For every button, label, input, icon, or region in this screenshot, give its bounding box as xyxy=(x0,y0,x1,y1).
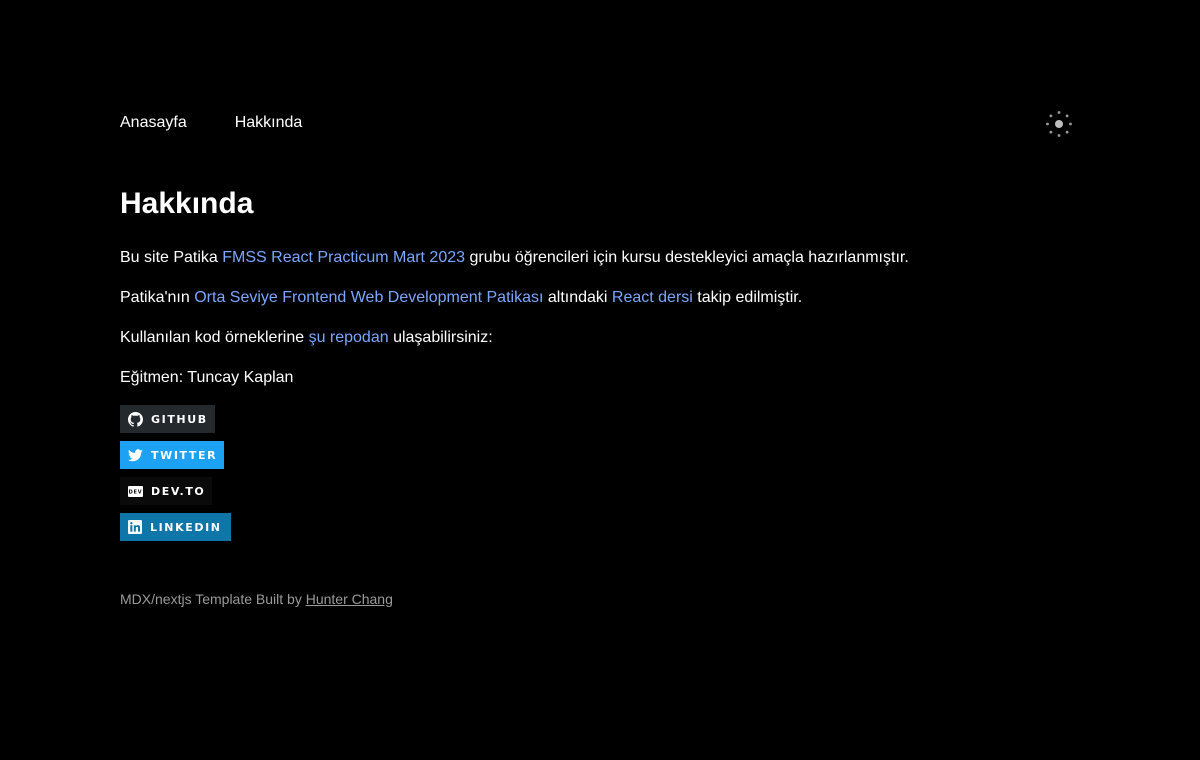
nav-link-about[interactable]: Hakkında xyxy=(235,114,303,132)
intro-paragraph: Bu site Patika FMSS React Practicum Mart… xyxy=(120,247,909,269)
footer-text: MDX/nextjs Template Built by xyxy=(120,591,306,607)
nav-link-home[interactable]: Anasayfa xyxy=(120,114,187,132)
github-badge-label: GITHUB xyxy=(151,412,208,426)
instructor-paragraph: Eğitmen: Tuncay Kaplan xyxy=(120,369,294,386)
linkedin-badge-label: LINKEDIN xyxy=(150,520,222,534)
repo-paragraph: Kullanılan kod örneklerine şu repodan ul… xyxy=(120,327,493,349)
sun-icon xyxy=(1046,111,1072,137)
footer-author-link[interactable]: Hunter Chang xyxy=(306,591,393,607)
course-text-middle: altındaki xyxy=(543,289,612,306)
repo-link[interactable]: şu repodan xyxy=(309,329,389,346)
page-title: Hakkında xyxy=(120,187,254,220)
svg-text:DEV: DEV xyxy=(129,489,143,495)
repo-text-end: ulaşabilirsiniz: xyxy=(388,329,493,346)
twitter-badge[interactable]: TWITTER xyxy=(120,441,224,469)
react-course-link[interactable]: React dersi xyxy=(612,289,693,306)
repo-text-start: Kullanılan kod örneklerine xyxy=(120,329,309,346)
intro-text-start: Bu site Patika xyxy=(120,249,223,266)
devto-badge[interactable]: DEV DEV.TO xyxy=(120,477,212,505)
devto-icon: DEV xyxy=(128,483,143,499)
github-badge[interactable]: GITHUB xyxy=(120,405,215,433)
footer: MDX/nextjs Template Built by Hunter Chan… xyxy=(120,590,393,608)
linkedin-badge[interactable]: LINKEDIN xyxy=(120,513,231,541)
twitter-badge-label: TWITTER xyxy=(151,448,218,462)
theme-toggle-button[interactable] xyxy=(1044,109,1074,139)
devto-badge-label: DEV.TO xyxy=(151,484,206,498)
patika-path-link[interactable]: Orta Seviye Frontend Web Development Pat… xyxy=(194,289,543,306)
course-paragraph: Patika'nın Orta Seviye Frontend Web Deve… xyxy=(120,287,802,309)
course-text-start: Patika'nın xyxy=(120,289,195,306)
course-text-end: takip edilmiştir. xyxy=(692,289,803,306)
linkedin-icon xyxy=(128,519,142,535)
fmss-practicum-link[interactable]: FMSS React Practicum Mart 2023 xyxy=(222,249,465,266)
top-nav: Anasayfa Hakkında xyxy=(120,114,302,132)
twitter-icon xyxy=(128,447,143,463)
github-icon xyxy=(128,411,143,427)
intro-text-end: grubu öğrencileri için kursu destekleyic… xyxy=(465,249,909,266)
